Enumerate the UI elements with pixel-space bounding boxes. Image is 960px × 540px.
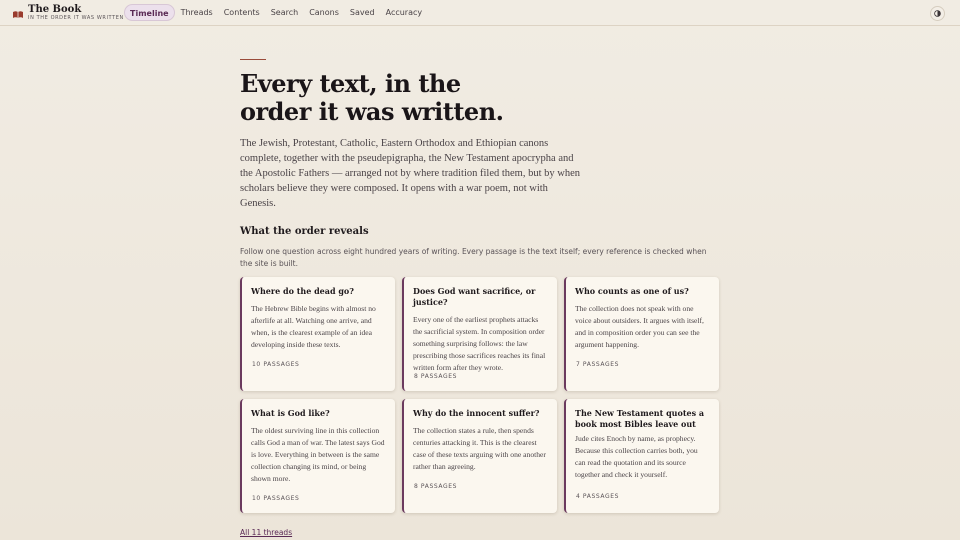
thread-card-count: 10 PASSAGES	[252, 361, 300, 368]
nav-accuracy[interactable]: Accuracy	[381, 4, 428, 21]
thread-card[interactable]: What is God like? The oldest surviving l…	[240, 399, 395, 513]
nav-contents[interactable]: Contents	[219, 4, 265, 21]
page-title: Every text, in the order it was written.	[240, 70, 560, 126]
thread-card-count: 8 PASSAGES	[414, 483, 458, 490]
theme-toggle-button[interactable]	[930, 6, 945, 21]
hero-intro: The Jewish, Protestant, Catholic, Easter…	[240, 138, 581, 209]
nav-timeline[interactable]: Timeline	[124, 4, 175, 21]
all-threads-link[interactable]: All 11 threads	[240, 528, 292, 537]
nav-search[interactable]: Search	[266, 4, 303, 21]
thread-card-count: 8 PASSAGES	[414, 373, 458, 380]
thread-card[interactable]: Does God want sacrifice, or justice? Eve…	[402, 277, 557, 391]
brand-subtitle: IN THE ORDER IT WAS WRITTEN	[28, 15, 124, 21]
thread-card-count: 10 PASSAGES	[252, 495, 300, 502]
thread-card-count: 4 PASSAGES	[576, 493, 620, 500]
nav-saved[interactable]: Saved	[345, 4, 380, 21]
thread-card[interactable]: The New Testament quotes a book most Bib…	[564, 399, 719, 513]
brand[interactable]: The Book IN THE ORDER IT WAS WRITTEN	[12, 5, 124, 22]
top-nav-bar: The Book IN THE ORDER IT WAS WRITTEN Tim…	[0, 0, 960, 26]
section-description: Follow one question across eight hundred…	[240, 247, 707, 268]
thread-card[interactable]: Who counts as one of us? The collection …	[564, 277, 719, 391]
nav-canons[interactable]: Canons	[304, 4, 344, 21]
nav-threads[interactable]: Threads	[176, 4, 218, 21]
thread-card-title: The New Testament quotes a book most Bib…	[575, 408, 705, 429]
hero-accent-rule	[240, 59, 266, 60]
page-title-line-2: order it was written.	[240, 97, 504, 126]
main-nav: Timeline Threads Contents Search Canons …	[124, 4, 428, 21]
thread-card-title: What is God like?	[251, 408, 330, 418]
thread-card-summary: The Hebrew Bible begins with almost no a…	[251, 304, 376, 349]
thread-card-summary: Jude cites Enoch by name, as prophecy. B…	[575, 434, 698, 479]
thread-card-title: Why do the innocent suffer?	[413, 408, 540, 418]
thread-card-summary: The collection does not speak with one v…	[575, 304, 704, 349]
section-title: What the order reveals	[240, 226, 369, 237]
thread-card-summary: The collection states a rule, then spend…	[413, 426, 546, 471]
thread-card-title: Who counts as one of us?	[575, 286, 689, 296]
thread-card-title: Does God want sacrifice, or justice?	[413, 286, 536, 307]
thread-card-summary: The oldest surviving line in this collec…	[251, 426, 385, 483]
thread-card[interactable]: Where do the dead go? The Hebrew Bible b…	[240, 277, 395, 391]
brand-title: The Book	[28, 4, 82, 15]
contrast-icon	[934, 10, 941, 17]
thread-card-title: Where do the dead go?	[251, 286, 354, 296]
book-logo-icon	[13, 11, 23, 18]
thread-card-summary: Every one of the earliest prophets attac…	[413, 315, 546, 372]
thread-card-count: 7 PASSAGES	[576, 361, 620, 368]
page-title-line-1: Every text, in the	[240, 69, 461, 98]
thread-card[interactable]: Why do the innocent suffer? The collecti…	[402, 399, 557, 513]
